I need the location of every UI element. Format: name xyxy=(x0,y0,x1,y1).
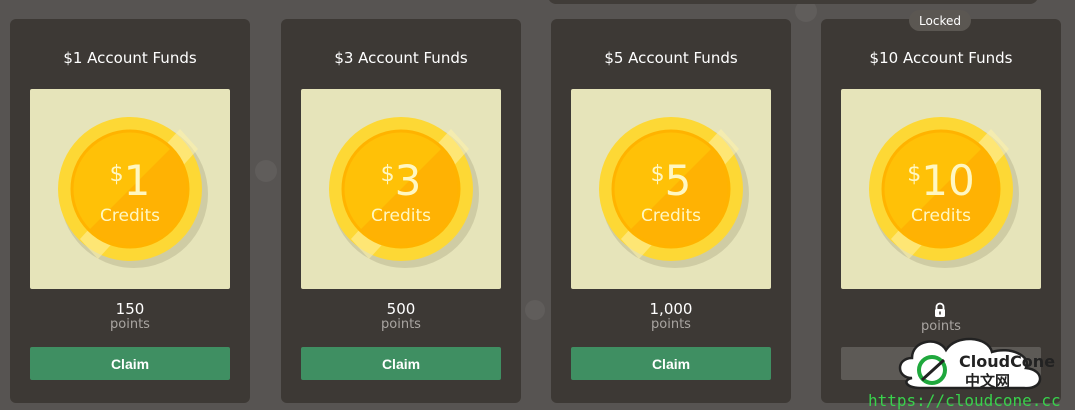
card-title: $5 Account Funds xyxy=(604,49,738,67)
claim-button[interactable]: Claim xyxy=(301,347,501,380)
coin-image-panel: $5 Credits xyxy=(571,89,771,289)
coin-image-panel: $3 Credits xyxy=(301,89,501,289)
top-dropdown-panel xyxy=(548,0,1038,4)
points-value: 500 xyxy=(386,300,416,318)
coin-icon: $10Credits xyxy=(869,117,1019,268)
watermark-brand: CloudCone xyxy=(959,352,1055,371)
watermark-subtitle: 中文网 xyxy=(965,372,1010,390)
watermark-logo: CloudCone 中文网 xyxy=(892,330,1062,398)
points-label: points xyxy=(110,317,150,332)
reward-card: $3 Account Funds $3 Credits 500 points Cl… xyxy=(281,19,521,403)
coin-label: Credits xyxy=(641,206,701,226)
coin-image-panel: $10 Credits xyxy=(841,89,1041,289)
coin-label: Credits xyxy=(100,206,160,226)
background-decoration xyxy=(255,160,277,182)
watermark-url: https://cloudcone.cc xyxy=(868,391,1061,410)
coin-label: Credits xyxy=(371,206,431,226)
card-title: $10 Account Funds xyxy=(869,49,1013,67)
coin-image-panel: $1 Credits xyxy=(30,89,230,289)
coin-label: Credits xyxy=(911,206,971,226)
claim-button[interactable]: Claim xyxy=(30,347,230,380)
coin-icon: $3Credits xyxy=(329,117,479,268)
points-value: 150 xyxy=(115,300,145,318)
claim-button[interactable]: Claim xyxy=(571,347,771,380)
points-value: 1,000 xyxy=(649,300,693,318)
background-decoration xyxy=(525,300,545,320)
coin-icon: $5Credits xyxy=(599,117,749,268)
reward-card: $5 Account Funds $5 Credits 1,000 points … xyxy=(551,19,791,403)
points-label: points xyxy=(381,317,421,332)
reward-card: $1 Account Funds $1 Credits 150 points Cl… xyxy=(10,19,250,403)
card-title: $1 Account Funds xyxy=(63,49,197,67)
card-title: $3 Account Funds xyxy=(334,49,468,67)
locked-badge: Locked xyxy=(909,10,971,31)
points-label: points xyxy=(651,317,691,332)
coin-icon: $1Credits xyxy=(58,117,208,268)
